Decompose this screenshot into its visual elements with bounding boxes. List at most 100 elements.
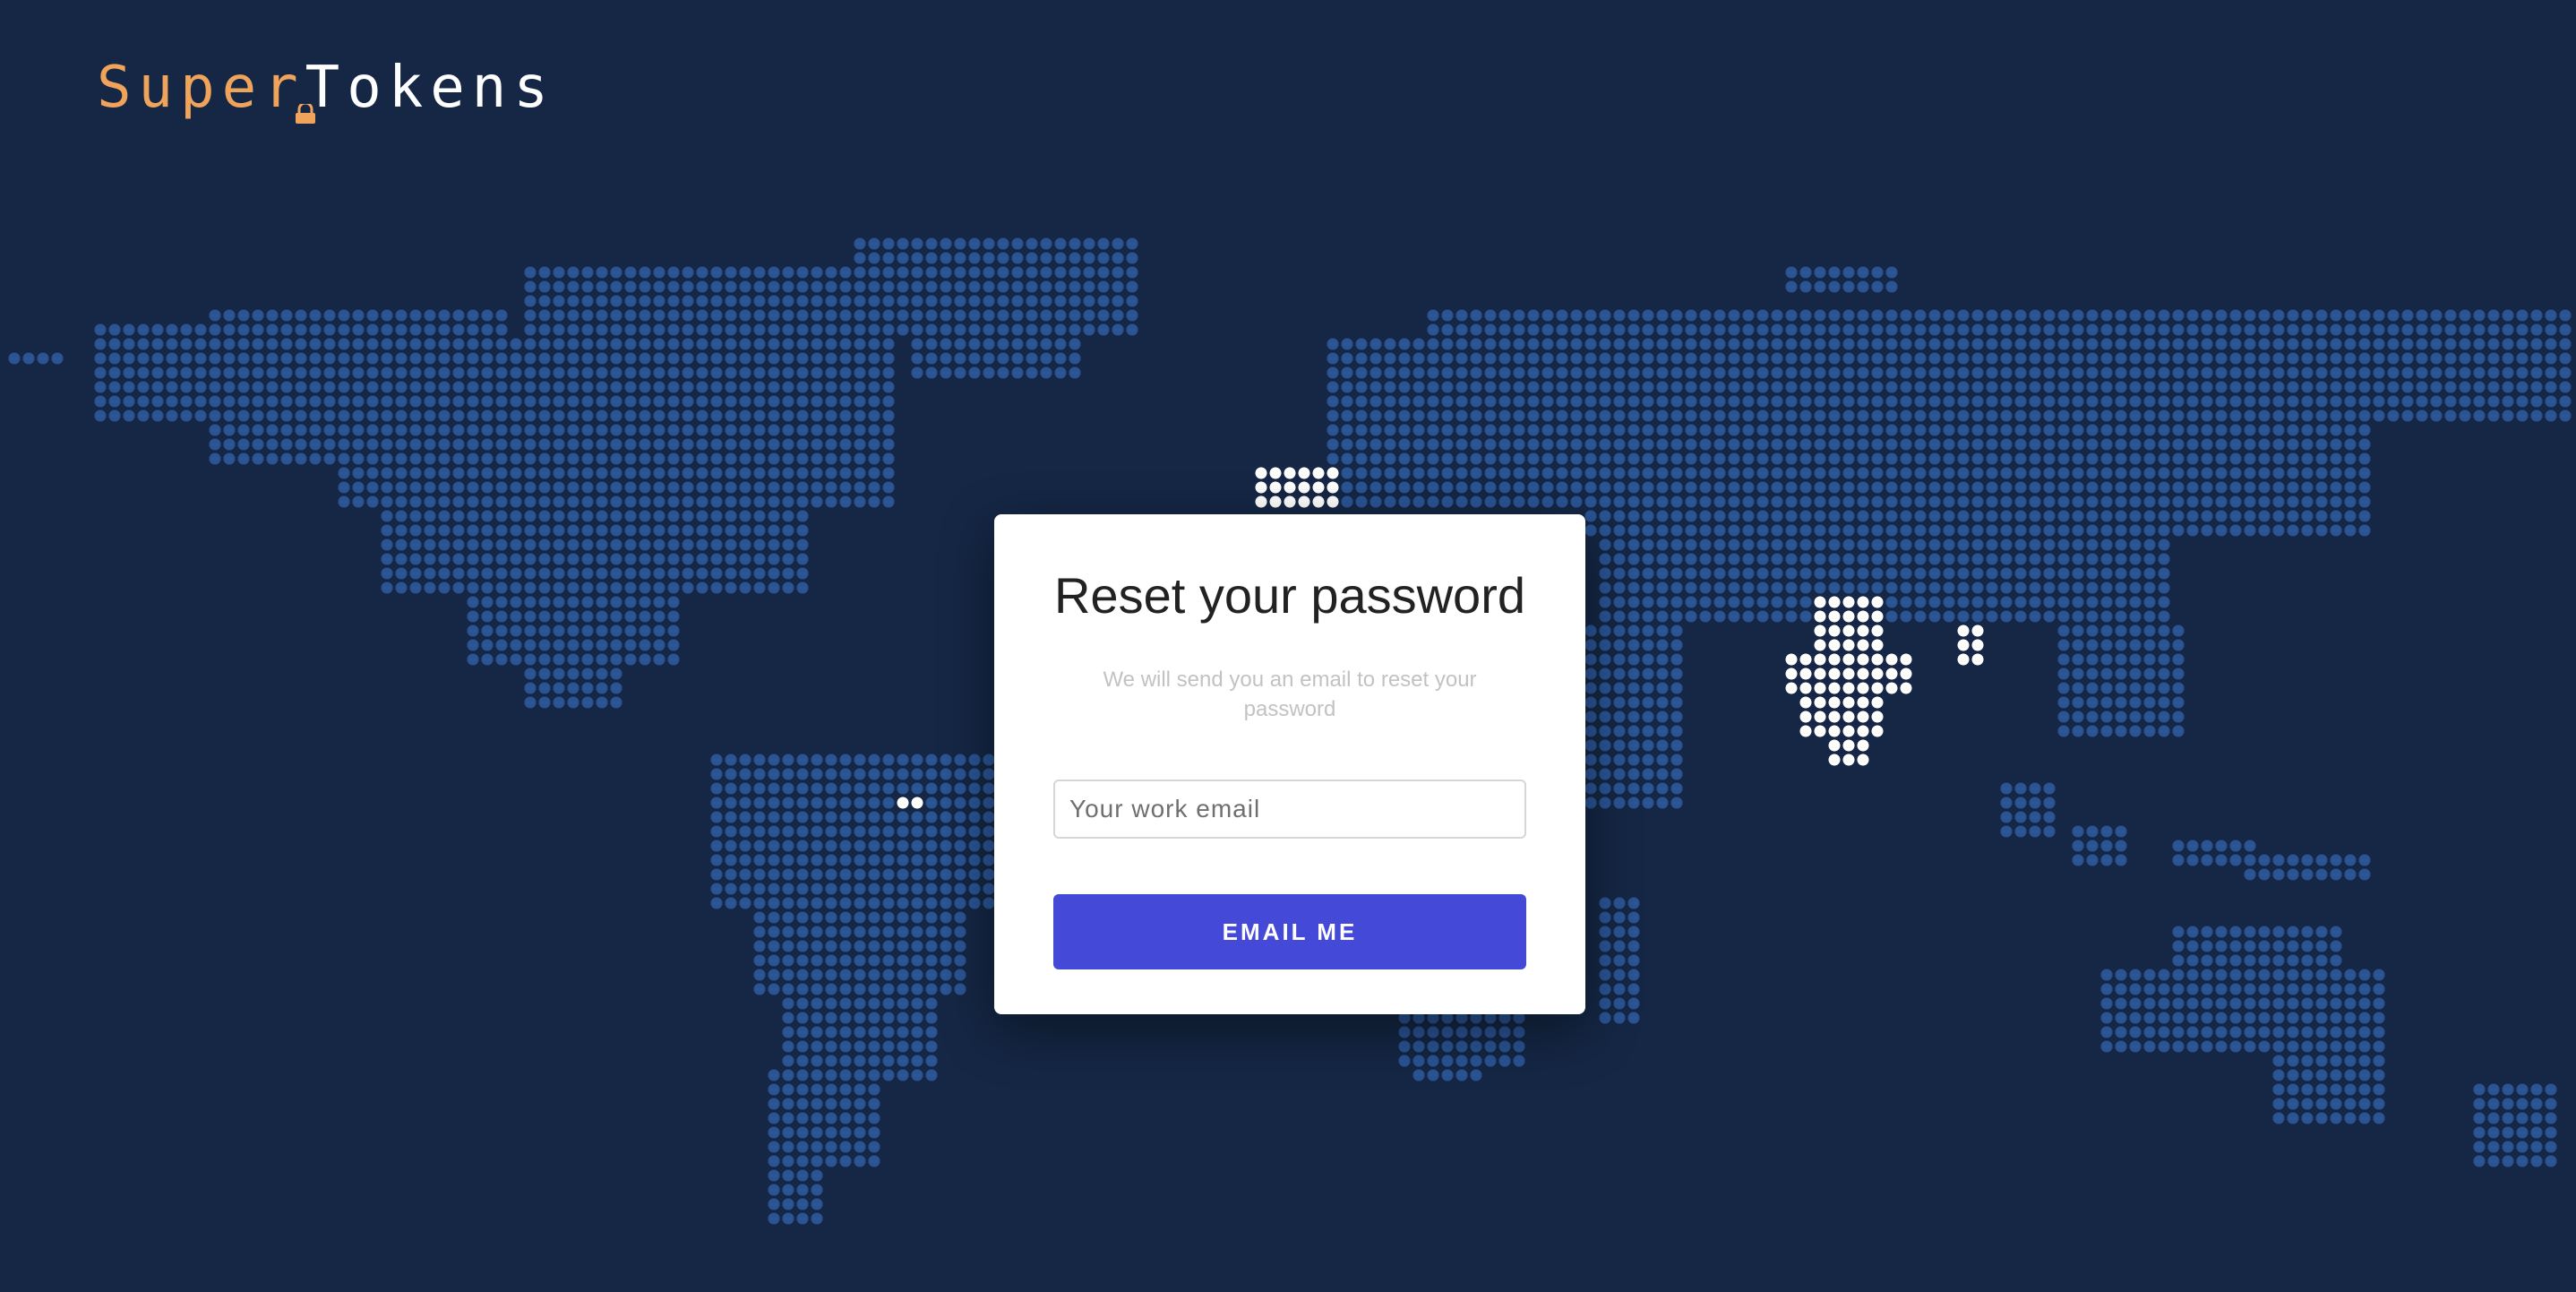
map-dot bbox=[1871, 409, 1884, 422]
map-dot bbox=[2244, 452, 2256, 465]
map-dot bbox=[811, 940, 823, 952]
map-dot bbox=[1613, 725, 1626, 737]
map-dot bbox=[796, 323, 809, 336]
map-dot bbox=[1584, 438, 1597, 451]
map-dot bbox=[1857, 438, 1869, 451]
map-dot bbox=[1828, 524, 1841, 537]
map-dot bbox=[1627, 409, 1640, 422]
map-dot bbox=[51, 352, 64, 365]
map-dot bbox=[1599, 409, 1611, 422]
map-dot bbox=[782, 1212, 794, 1225]
map-dot bbox=[1900, 510, 1912, 522]
map-dot bbox=[897, 252, 909, 264]
email-input[interactable] bbox=[1053, 780, 1526, 839]
map-dot bbox=[1384, 352, 1396, 365]
map-dot bbox=[1713, 510, 1726, 522]
map-dot bbox=[1341, 495, 1353, 508]
map-dot bbox=[2416, 381, 2428, 393]
map-dot bbox=[1599, 969, 1611, 981]
map-dot bbox=[796, 954, 809, 967]
map-dot bbox=[2272, 366, 2285, 379]
map-dot bbox=[366, 338, 379, 350]
map-dot bbox=[796, 1141, 809, 1153]
map-dot bbox=[753, 338, 766, 350]
map-dot bbox=[2387, 381, 2400, 393]
map-dot bbox=[2201, 969, 2213, 981]
map-dot bbox=[2229, 467, 2242, 479]
map-dot bbox=[1097, 252, 1110, 264]
map-dot bbox=[1699, 438, 1712, 451]
map-dot bbox=[2115, 381, 2127, 393]
map-dot bbox=[954, 940, 966, 952]
map-dot bbox=[1742, 323, 1755, 336]
map-dot bbox=[639, 309, 651, 322]
map-dot bbox=[882, 495, 895, 508]
map-dot bbox=[1785, 610, 1798, 623]
map-dot bbox=[524, 682, 537, 694]
map-dot bbox=[2416, 338, 2428, 350]
email-me-button[interactable]: EMAIL ME bbox=[1053, 894, 1526, 969]
map-dot bbox=[940, 854, 952, 866]
map-dot bbox=[2373, 1069, 2385, 1081]
map-dot bbox=[108, 323, 121, 336]
map-dot bbox=[1900, 524, 1912, 537]
map-dot bbox=[1728, 323, 1740, 336]
map-dot bbox=[2444, 381, 2457, 393]
map-dot bbox=[1484, 366, 1497, 379]
map-dot bbox=[1599, 524, 1611, 537]
map-dot bbox=[94, 323, 107, 336]
map-dot bbox=[553, 524, 565, 537]
map-dot bbox=[1427, 395, 1439, 408]
map-dot bbox=[1584, 711, 1597, 723]
map-dot bbox=[854, 868, 866, 881]
map-dot bbox=[2301, 983, 2314, 995]
map-dot bbox=[768, 1141, 780, 1153]
map-dot bbox=[538, 639, 551, 651]
map-dot bbox=[381, 510, 393, 522]
map-dot bbox=[481, 452, 494, 465]
map-dot bbox=[2358, 1112, 2371, 1124]
map-dot bbox=[1083, 309, 1095, 322]
map-dot bbox=[2516, 395, 2529, 408]
map-dot bbox=[2086, 510, 2099, 522]
map-dot bbox=[2172, 467, 2185, 479]
map-dot bbox=[1699, 309, 1712, 322]
map-dot bbox=[1656, 467, 1669, 479]
map-dot bbox=[1599, 352, 1611, 365]
map-dot bbox=[452, 366, 465, 379]
map-dot bbox=[696, 266, 708, 279]
map-dot bbox=[968, 840, 981, 852]
map-dot bbox=[481, 495, 494, 508]
map-dot bbox=[1599, 940, 1611, 952]
map-dot bbox=[739, 452, 751, 465]
map-dot bbox=[954, 768, 966, 780]
map-dot bbox=[1642, 682, 1654, 694]
highlight-dot bbox=[1857, 682, 1869, 694]
map-dot bbox=[1728, 567, 1740, 580]
map-dot bbox=[868, 1040, 880, 1053]
map-dot bbox=[1599, 668, 1611, 680]
map-dot bbox=[2545, 1083, 2557, 1096]
map-dot bbox=[2057, 366, 2070, 379]
map-dot bbox=[839, 295, 852, 307]
map-dot bbox=[2158, 1026, 2170, 1038]
map-dot bbox=[839, 452, 852, 465]
map-dot bbox=[338, 481, 350, 494]
highlight-dot bbox=[1799, 682, 1812, 694]
map-dot bbox=[1742, 510, 1755, 522]
map-dot bbox=[2115, 997, 2127, 1010]
map-dot bbox=[123, 352, 135, 365]
map-dot bbox=[1670, 668, 1683, 680]
map-dot bbox=[538, 481, 551, 494]
map-dot bbox=[2502, 352, 2514, 365]
map-dot bbox=[1814, 567, 1826, 580]
map-dot bbox=[2172, 668, 2185, 680]
map-dot bbox=[1599, 997, 1611, 1010]
map-dot bbox=[1599, 553, 1611, 565]
map-dot bbox=[925, 854, 938, 866]
map-dot bbox=[409, 567, 422, 580]
map-dot bbox=[1756, 524, 1769, 537]
map-dot bbox=[223, 438, 236, 451]
map-dot bbox=[696, 323, 708, 336]
map-dot bbox=[338, 409, 350, 422]
